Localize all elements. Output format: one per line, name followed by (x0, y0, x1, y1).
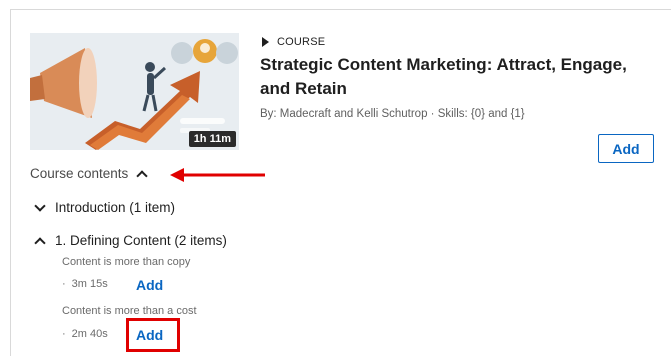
video-duration: 2m 40s (71, 328, 108, 340)
video-item-meta: · 2m 40s (62, 328, 108, 340)
chevron-up-icon (34, 236, 46, 249)
course-thumbnail[interactable]: 1h 11m (30, 33, 239, 150)
play-icon (262, 37, 269, 47)
course-contents-label: Course contents (30, 166, 129, 181)
course-type-label: COURSE (262, 36, 325, 48)
annotation-arrow-icon (170, 168, 265, 182)
chevron-down-icon (34, 199, 46, 212)
section-introduction[interactable]: Introduction (1 item) (34, 199, 176, 215)
section-defining-content[interactable]: 1. Defining Content (2 items) (34, 233, 227, 249)
course-type-text: COURSE (277, 36, 326, 48)
add-video-button[interactable]: Add (136, 277, 163, 293)
video-item-meta: · 3m 15s (62, 278, 108, 290)
section-label: 1. Defining Content (2 items) (55, 233, 227, 248)
course-byline: By: Madecraft and Kelli Schutrop · Skill… (260, 108, 525, 120)
annotation-highlight-box (126, 318, 180, 352)
course-title[interactable]: Strategic Content Marketing: Attract, En… (260, 53, 650, 101)
section-label: Introduction (1 item) (55, 200, 176, 215)
video-item-title[interactable]: Content is more than a cost (62, 305, 197, 317)
duration-badge: 1h 11m (188, 131, 236, 147)
add-course-button[interactable]: Add (598, 134, 654, 163)
bullet-separator: · (62, 328, 66, 340)
course-contents-toggle[interactable]: Course contents (30, 166, 148, 182)
video-item-title[interactable]: Content is more than copy (62, 256, 190, 268)
video-duration: 3m 15s (71, 278, 108, 290)
chevron-up-icon (136, 169, 148, 182)
bullet-separator: · (62, 278, 66, 290)
